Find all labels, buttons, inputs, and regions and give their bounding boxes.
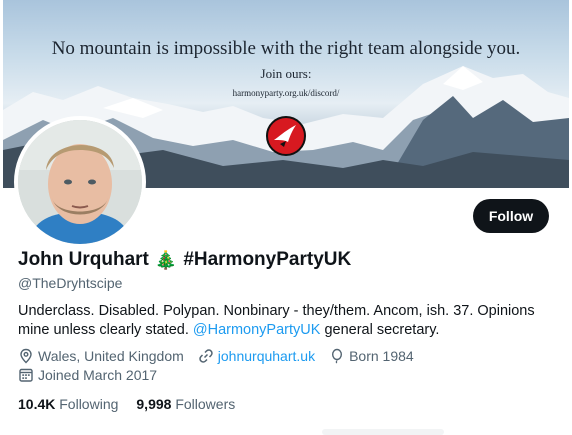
location-text: Wales, United Kingdom — [38, 348, 184, 364]
followers-stat[interactable]: 9,998 Followers — [136, 396, 235, 412]
tab-bar-placeholder — [322, 429, 444, 435]
display-name: John Urquhart — [18, 249, 149, 270]
follow-button[interactable]: Follow — [473, 199, 549, 233]
profile-bio: Underclass. Disabled. Polypan. Nonbinary… — [18, 302, 538, 340]
website-link[interactable]: johnurquhart.uk — [218, 348, 315, 364]
profile-name-row: John Urquhart 🎄 #HarmonyPartyUK — [18, 249, 351, 271]
joined-text: Joined March 2017 — [38, 367, 158, 383]
profile-joined-row: Joined March 2017 — [18, 367, 171, 383]
bio-suffix: general secretary. — [324, 322, 440, 338]
following-label: Following — [59, 396, 119, 412]
location-pin-icon — [20, 348, 32, 364]
banner-cta: Join ours: — [260, 66, 312, 81]
harmony-party-bird-logo-icon — [266, 116, 306, 156]
followers-count: 9,998 — [136, 396, 172, 412]
link-icon — [199, 349, 213, 363]
birth-text: Born 1984 — [349, 348, 414, 364]
followers-label: Followers — [175, 396, 236, 412]
balloon-icon — [332, 348, 343, 364]
following-stat[interactable]: 10.4K Following — [18, 396, 118, 412]
profile-stats: 10.4K Following 9,998 Followers — [18, 396, 235, 412]
website-item[interactable]: johnurquhart.uk — [198, 348, 315, 364]
following-count: 10.4K — [18, 396, 56, 412]
profile-handle: @TheDryhtscipe — [18, 275, 123, 291]
avatar[interactable] — [14, 116, 146, 248]
party-tag: #HarmonyPartyUK — [183, 249, 352, 270]
banner-headline: No mountain is impossible with the right… — [51, 38, 521, 59]
bio-mention-link[interactable]: @HarmonyPartyUK — [193, 322, 321, 338]
banner-url: harmonyparty.org.uk/discord/ — [232, 88, 340, 98]
christmas-tree-emoji: 🎄 — [154, 250, 178, 270]
avatar-photo — [18, 120, 142, 244]
location-item: Wales, United Kingdom — [18, 348, 184, 364]
birthday-item: Born 1984 — [329, 348, 414, 364]
joined-item: Joined March 2017 — [18, 367, 157, 383]
calendar-icon — [19, 368, 33, 382]
profile-meta-row: Wales, United Kingdom johnurquhart.uk Bo… — [18, 348, 428, 364]
